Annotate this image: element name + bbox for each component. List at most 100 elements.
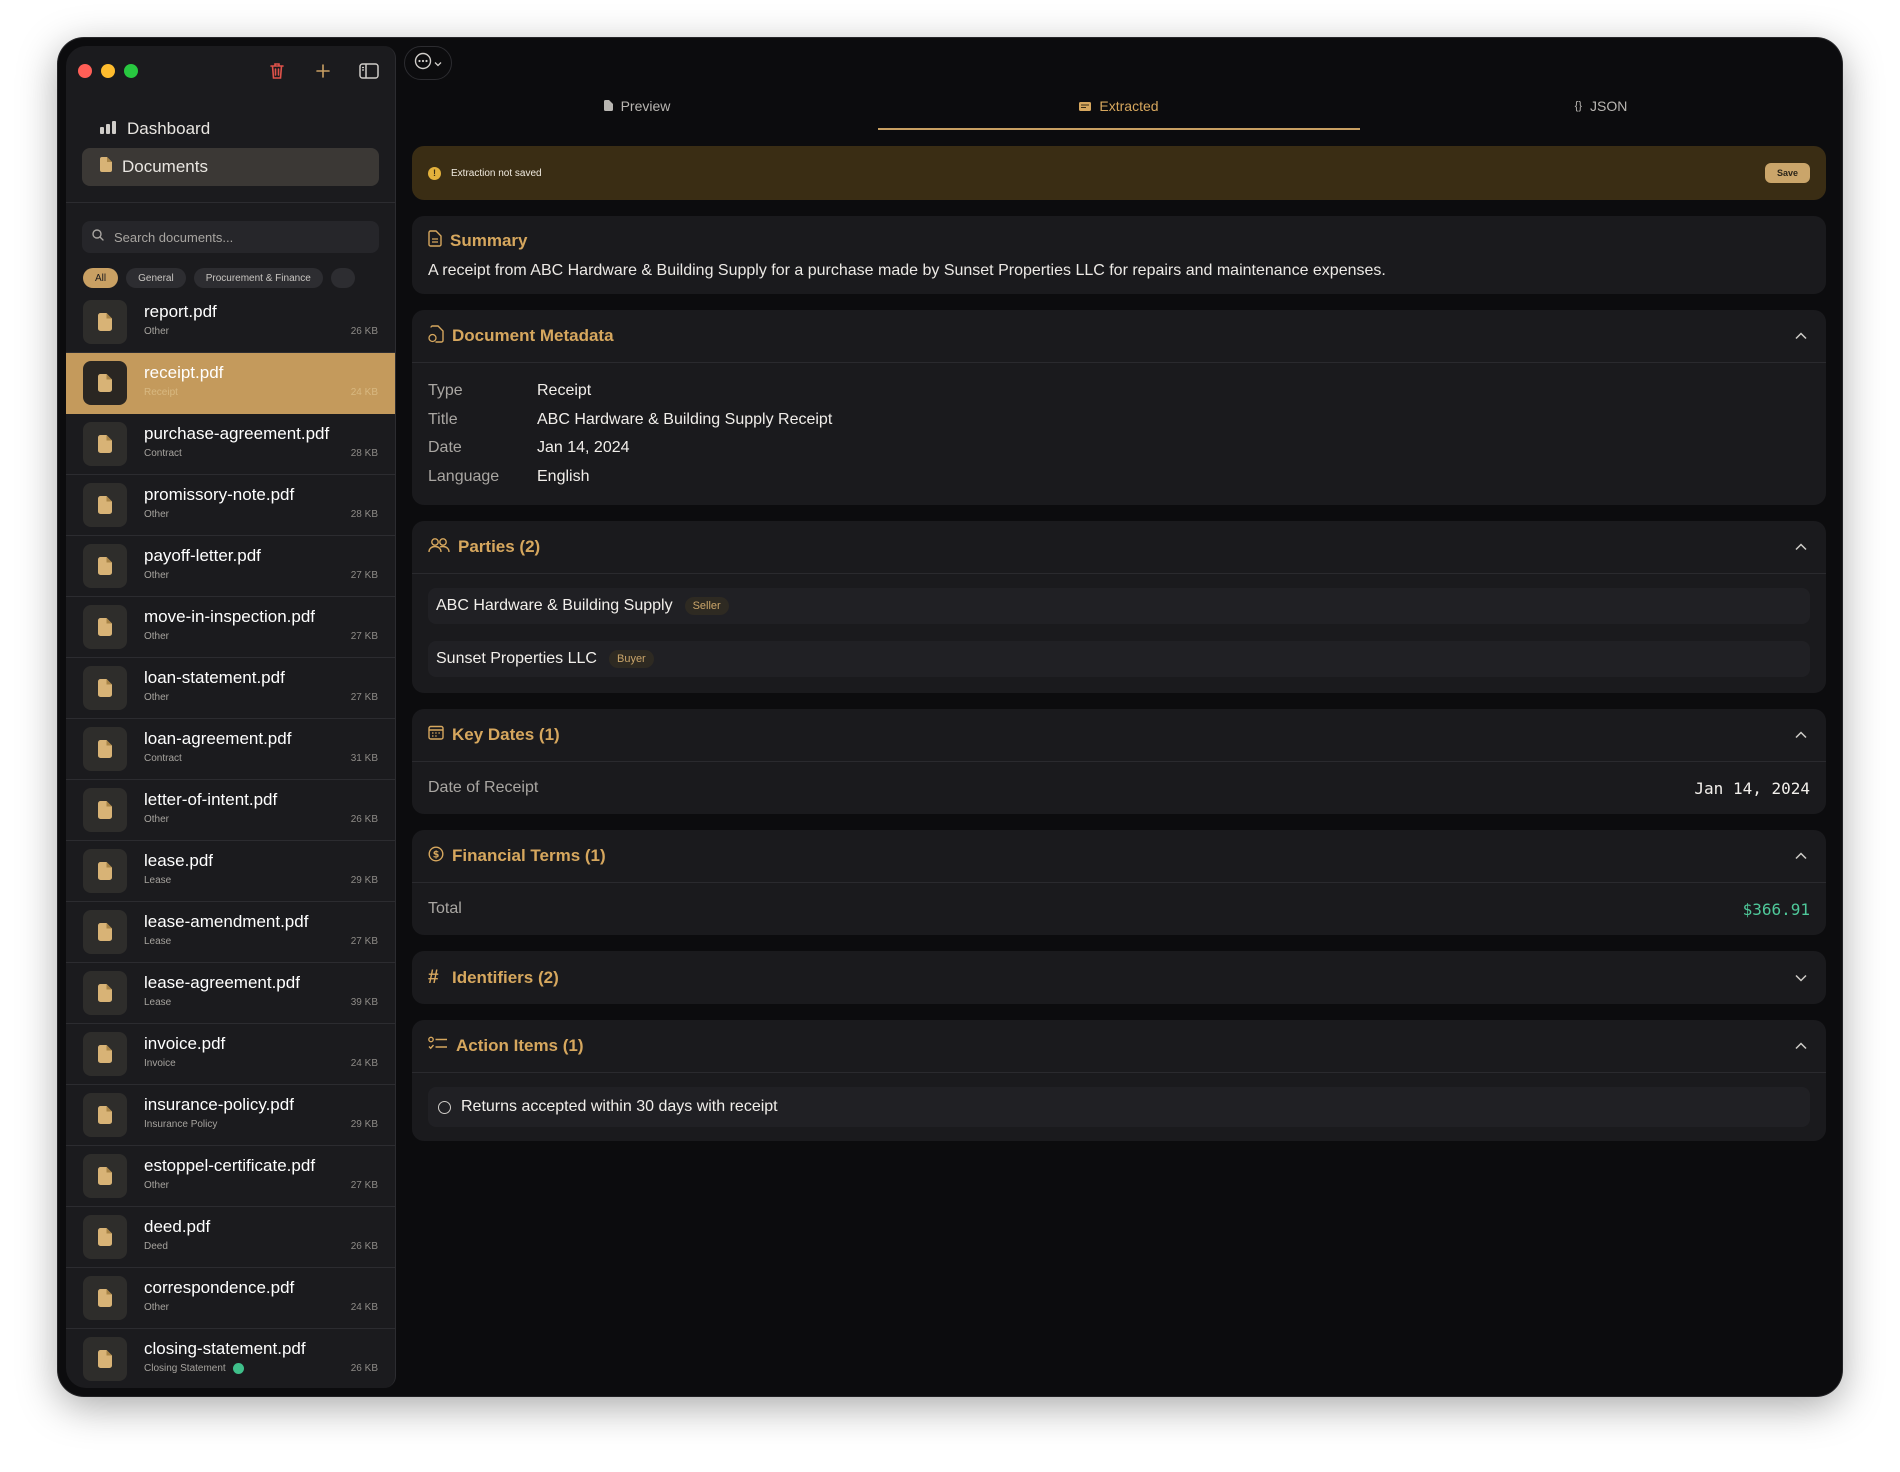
chevron-up-icon[interactable] (1792, 327, 1810, 345)
metadata-row: Date Jan 14, 2024 (428, 434, 1810, 463)
document-info: lease.pdf Lease 29 KB (144, 849, 378, 893)
card-title: Financial Terms (1) (452, 846, 606, 865)
search-box[interactable] (82, 221, 379, 253)
minimize-window-button[interactable] (101, 64, 115, 78)
document-type-label: Other (144, 326, 170, 337)
document-list-item[interactable]: closing-statement.pdf Closing Statement 26… (66, 1329, 395, 1388)
document-size: 27 KB (350, 631, 378, 642)
role-badge: Seller (684, 597, 729, 615)
filter-chip-general[interactable]: General (126, 268, 186, 288)
document-name: move-in-inspection.pdf (144, 607, 316, 626)
tab-extracted[interactable]: Extracted (878, 88, 1360, 130)
sidebar-item-dashboard[interactable]: Dashboard (82, 110, 379, 148)
tab-preview[interactable]: Preview (396, 88, 878, 130)
chevron-up-icon[interactable] (1792, 726, 1810, 744)
document-list-item[interactable]: lease-agreement.pdf Lease 39 KB (66, 963, 395, 1024)
sidebar-toggle-icon[interactable] (357, 59, 381, 83)
calendar-icon (428, 725, 444, 745)
document-list-item[interactable]: invoice.pdf Invoice 24 KB (66, 1024, 395, 1085)
save-button[interactable]: Save (1764, 163, 1810, 183)
tab-json[interactable]: {} JSON (1360, 88, 1842, 130)
document-name: deed.pdf (144, 1217, 211, 1236)
parties-header[interactable]: Parties (2) (412, 521, 1826, 574)
document-list-item[interactable]: correspondence.pdf Other 24 KB (66, 1268, 395, 1329)
document-type: Lease (144, 997, 171, 1008)
document-type-label: Other (144, 1302, 170, 1313)
people-icon (428, 537, 450, 558)
document-list-item[interactable]: lease-amendment.pdf Lease 27 KB (66, 902, 395, 963)
chevron-up-icon[interactable] (1792, 1037, 1810, 1055)
document-name: promissory-note.pdf (144, 485, 295, 504)
pdf-file-icon (83, 1032, 127, 1076)
document-text-icon (428, 230, 442, 252)
document-name: correspondence.pdf (144, 1278, 295, 1297)
document-type: Other (144, 631, 169, 642)
action-items-list: Returns accepted within 30 days with rec… (412, 1073, 1826, 1141)
document-type: Other (144, 692, 169, 703)
pdf-file-icon (83, 544, 127, 588)
key-dates-card: Key Dates (1) Date of Receipt Jan 14, 20… (412, 709, 1826, 814)
search-input[interactable] (114, 229, 369, 245)
metadata-card: Document Metadata Type Receipt Title ABC Ha… (412, 310, 1826, 505)
pdf-file-icon (83, 666, 127, 710)
document-list-item[interactable]: deed.pdf Deed 26 KB (66, 1207, 395, 1268)
filter-chip-more[interactable] (330, 268, 355, 288)
sidebar-item-label: Documents (122, 157, 208, 176)
document-name: purchase-agreement.pdf (144, 424, 330, 443)
party-name: ABC Hardware & Building Supply (436, 597, 673, 614)
document-size: 39 KB (350, 997, 378, 1008)
document-list-item[interactable]: payoff-letter.pdf Other 27 KB (66, 536, 395, 597)
document-list-item[interactable]: report.pdf Other 26 KB (66, 292, 395, 353)
document-type-label: Other (144, 814, 170, 825)
document-type: Insurance Policy (144, 1119, 217, 1130)
chevron-down-icon[interactable] (1792, 969, 1810, 987)
plus-icon[interactable] (311, 59, 335, 83)
key-dates-header[interactable]: Key Dates (1) (412, 709, 1826, 762)
action-items-header[interactable]: Action Items (1) (412, 1020, 1826, 1073)
document-list-item[interactable]: letter-of-intent.pdf Other 26 KB (66, 780, 395, 841)
identifiers-card: # Identifiers (2) (412, 951, 1826, 1004)
pdf-file-icon (83, 483, 127, 527)
pdf-file-icon (83, 605, 127, 649)
document-name: estoppel-certificate.pdf (144, 1156, 316, 1175)
document-size: 24 KB (350, 387, 378, 398)
document-list-item[interactable]: loan-statement.pdf Other 27 KB (66, 658, 395, 719)
document-list-item[interactable]: insurance-policy.pdf Insurance Policy 29 K… (66, 1085, 395, 1146)
sidebar-item-documents[interactable]: Documents (82, 148, 379, 186)
action-checkbox[interactable] (438, 1100, 451, 1114)
braces-icon: {} (1574, 100, 1582, 112)
document-name: letter-of-intent.pdf (144, 790, 278, 809)
document-list-item[interactable]: move-in-inspection.pdf Other 27 KB (66, 597, 395, 658)
metadata-value: Jan 14, 2024 (537, 439, 630, 457)
extracted-content: ! Extraction not saved Save Summary A re… (412, 146, 1826, 1141)
svg-text:$: $ (433, 849, 440, 860)
document-name: invoice.pdf (144, 1034, 226, 1053)
action-item[interactable]: Returns accepted within 30 days with rec… (428, 1087, 1810, 1127)
chevron-up-icon[interactable] (1792, 538, 1810, 556)
document-list-item[interactable]: receipt.pdf Receipt 24 KB (66, 353, 395, 414)
identifiers-header[interactable]: # Identifiers (2) (412, 951, 1826, 1004)
document-list-item[interactable]: promissory-note.pdf Other 28 KB (66, 475, 395, 536)
document-type: Other (144, 1302, 169, 1313)
trash-icon[interactable] (265, 59, 289, 83)
metadata-label: Date (428, 439, 462, 457)
metadata-header[interactable]: Document Metadata (412, 310, 1826, 363)
more-options-button[interactable] (404, 46, 452, 80)
document-list-item[interactable]: lease.pdf Lease 29 KB (66, 841, 395, 902)
zoom-window-button[interactable] (124, 64, 138, 78)
role-badge: Buyer (608, 650, 654, 668)
filter-chip-all[interactable]: All (83, 268, 119, 288)
document-list-item[interactable]: estoppel-certificate.pdf Other 27 KB (66, 1146, 395, 1207)
document-info: invoice.pdf Invoice 24 KB (144, 1032, 378, 1076)
close-window-button[interactable] (78, 64, 92, 78)
document-size: 27 KB (350, 1180, 378, 1191)
document-list-item[interactable]: purchase-agreement.pdf Contract 28 KB (66, 414, 395, 475)
key-date-label: Date of Receipt (428, 779, 539, 796)
financial-terms-header[interactable]: $ Financial Terms (1) (412, 830, 1826, 883)
filter-chip-procurement[interactable]: Procurement & Finance (193, 268, 323, 288)
pdf-file-icon (83, 788, 127, 832)
document-info: loan-agreement.pdf Contract 31 KB (144, 727, 378, 771)
document-size: 27 KB (350, 692, 378, 703)
chevron-up-icon[interactable] (1792, 847, 1810, 865)
document-list-item[interactable]: loan-agreement.pdf Contract 31 KB (66, 719, 395, 780)
